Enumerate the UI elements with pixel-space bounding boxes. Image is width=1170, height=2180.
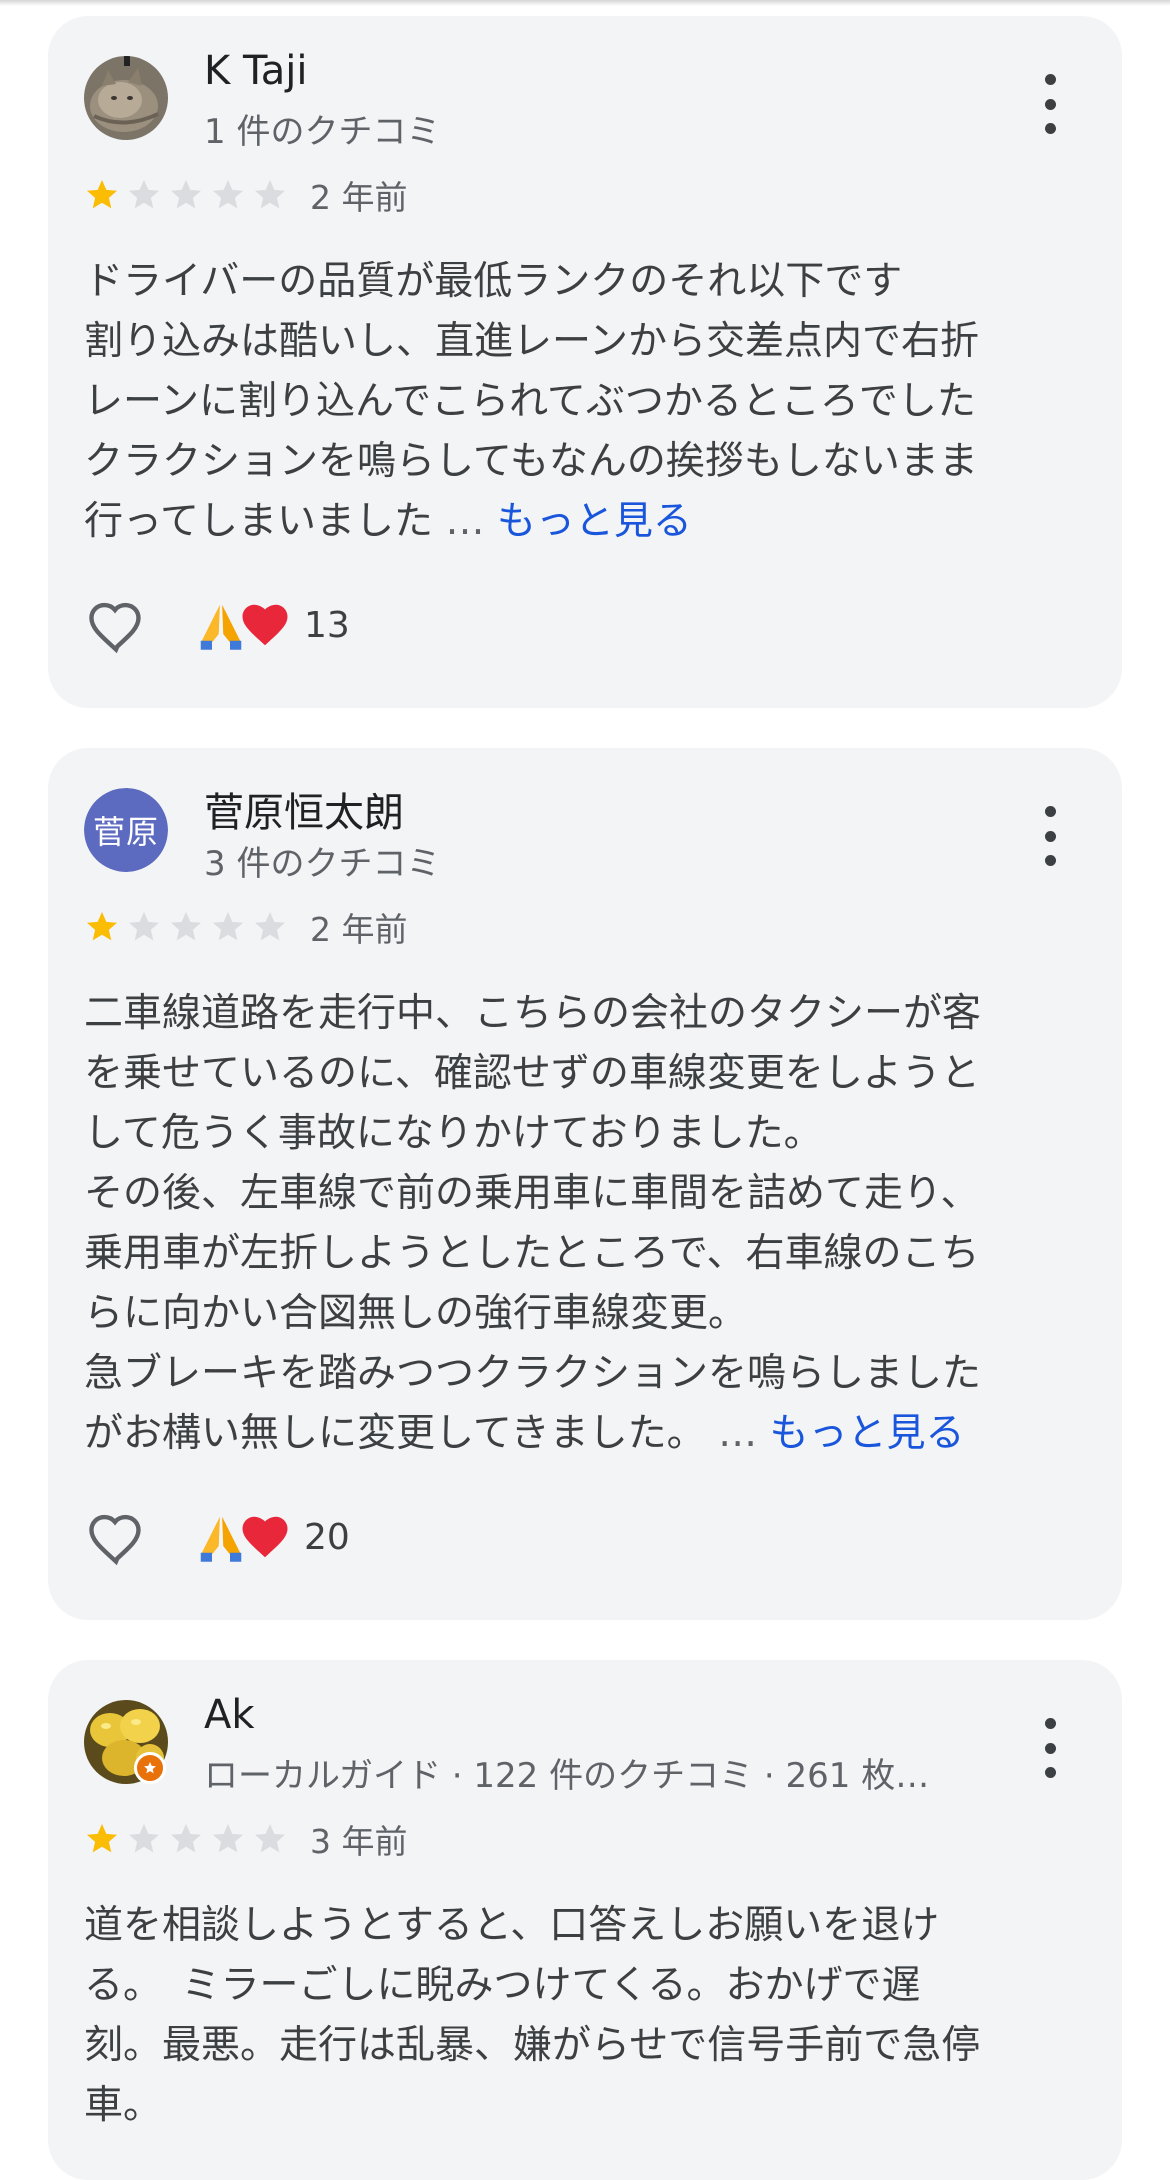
reviewer-meta[interactable]: 3 件のクチコミ xyxy=(204,836,440,885)
star-icon xyxy=(213,1824,243,1853)
more-vert-icon xyxy=(1044,806,1056,817)
star-icon xyxy=(87,180,117,209)
reaction-count: 20 xyxy=(304,1516,350,1558)
reviewer-avatar[interactable] xyxy=(84,56,168,140)
star-rating xyxy=(84,909,288,945)
rating-row: 3 年前 xyxy=(84,1818,408,1861)
like-button[interactable] xyxy=(84,593,148,657)
reactions-row: 13 xyxy=(84,590,350,660)
more-options-button[interactable] xyxy=(1030,74,1070,134)
rating-row: 2 年前 xyxy=(84,174,408,217)
review-text-line: 刻。最悪。走行は乱暴、嫌がらせで信号手前で急停 xyxy=(84,2023,981,2068)
more-vert-icon xyxy=(1044,74,1056,85)
review-text-line: 行ってしまいました xyxy=(84,499,434,544)
star-icon xyxy=(171,1824,201,1853)
star-icon xyxy=(255,180,285,209)
review-text-line: ドライバーの品質が最低ランクのそれ以下です xyxy=(84,259,903,304)
star-icon xyxy=(213,912,243,941)
review-text-line: 割り込みは酷いし、直進レーンから交差点内で右折 xyxy=(84,319,980,364)
review-time: 2 年前 xyxy=(310,910,408,949)
star-icon xyxy=(255,912,285,941)
ellipsis: … xyxy=(718,1411,758,1456)
star-rating xyxy=(84,1821,288,1857)
review-text: 道を相談しようとすると、口答えしお願いを退け る。 ミラーごしに睨みつけてくる。… xyxy=(84,1896,1084,2136)
star-icon xyxy=(87,912,117,941)
review-text-line: 道を相談しようとすると、口答えしお願いを退け xyxy=(84,1903,940,1948)
avatar-initials: 菅原 xyxy=(84,788,168,872)
star-rating xyxy=(84,177,288,213)
review-text-line: がお構い無しに変更してきました。 xyxy=(84,1411,706,1456)
like-button[interactable] xyxy=(84,1505,148,1569)
reviewer-name[interactable]: Ak xyxy=(204,1692,255,1738)
reviewer-name[interactable]: 菅原恒太朗 xyxy=(204,780,404,838)
review-text-line: 乗用車が左折しようとしたところで、右車線のこち xyxy=(84,1231,980,1276)
reaction-emojis[interactable]: 13 xyxy=(194,598,350,652)
more-vert-icon xyxy=(1044,1718,1056,1729)
review-card: K Taji 1 件のクチコミ 2 年前 ドライバーの品質が最低ランクのそれ以下… xyxy=(48,16,1122,708)
review-text-line: レーンに割り込んでこられてぶつかるところでした xyxy=(84,379,976,424)
review-text-line: 二車線道路を走行中、こちらの会社のタクシーが客 xyxy=(84,991,982,1036)
heart-outline-icon xyxy=(89,602,141,654)
star-icon xyxy=(171,180,201,209)
star-icon xyxy=(171,912,201,941)
more-options-button[interactable] xyxy=(1030,1718,1070,1778)
review-text-line: その後、左車線で前の乗用車に車間を詰めて走り、 xyxy=(84,1171,980,1216)
star-icon xyxy=(129,1824,159,1853)
reviewer-meta[interactable]: ローカルガイド · 122 件のクチコミ · 261 枚… xyxy=(204,1748,929,1797)
star-icon xyxy=(87,1824,117,1853)
red-heart-emoji xyxy=(242,604,288,646)
review-time: 3 年前 xyxy=(310,1822,408,1861)
ellipsis: … xyxy=(445,499,485,544)
star-icon xyxy=(213,180,243,209)
reviewer-avatar[interactable]: 菅原 xyxy=(84,788,168,872)
star-icon xyxy=(129,912,159,941)
heart-outline-icon xyxy=(89,1514,141,1566)
review-text: ドライバーの品質が最低ランクのそれ以下です 割り込みは酷いし、直進レーンから交差… xyxy=(84,252,1084,552)
review-time: 2 年前 xyxy=(310,178,408,217)
reaction-emojis[interactable]: 20 xyxy=(194,1510,350,1564)
star-icon xyxy=(255,1824,285,1853)
review-text: 二車線道路を走行中、こちらの会社のタクシーが客 を乗せているのに、確認せずの車線… xyxy=(84,984,1084,1464)
review-text-line: して危うく事故になりかけておりました。 xyxy=(84,1111,823,1156)
review-text-line: を乗せているのに、確認せずの車線変更をしようと xyxy=(84,1051,980,1096)
review-text-line: 急ブレーキを踏みつつクラクションを鳴らしました xyxy=(84,1351,982,1396)
more-options-button[interactable] xyxy=(1030,806,1070,866)
reviewer-name[interactable]: K Taji xyxy=(204,48,308,94)
review-text-line: 車。 xyxy=(84,2083,163,2128)
star-icon xyxy=(129,180,159,209)
reactions-row: 20 xyxy=(84,1502,350,1572)
reviewer-meta[interactable]: 1 件のクチコミ xyxy=(204,104,440,153)
reaction-count: 13 xyxy=(304,604,350,646)
review-text-line: クラクションを鳴らしてもなんの挨拶もしないまま xyxy=(84,439,978,484)
top-shadow xyxy=(0,0,1170,6)
see-more-link[interactable]: もっと見る xyxy=(769,1411,964,1456)
review-text-line: らに向かい合図無しの強行車線変更。 xyxy=(84,1291,748,1336)
review-card: 菅原 菅原恒太朗 3 件のクチコミ 2 年前 二車線道路を走行中、こちらの会社の… xyxy=(48,748,1122,1620)
review-text-line: る。 ミラーごしに睨みつけてくる。おかげで遅 xyxy=(84,1963,921,2008)
rating-row: 2 年前 xyxy=(84,906,408,949)
local-guide-badge-icon xyxy=(134,1752,166,1784)
see-more-link[interactable]: もっと見る xyxy=(497,499,692,544)
red-heart-emoji xyxy=(242,1516,288,1558)
review-card: Ak ローカルガイド · 122 件のクチコミ · 261 枚… 3 年前 道を… xyxy=(48,1660,1122,2180)
